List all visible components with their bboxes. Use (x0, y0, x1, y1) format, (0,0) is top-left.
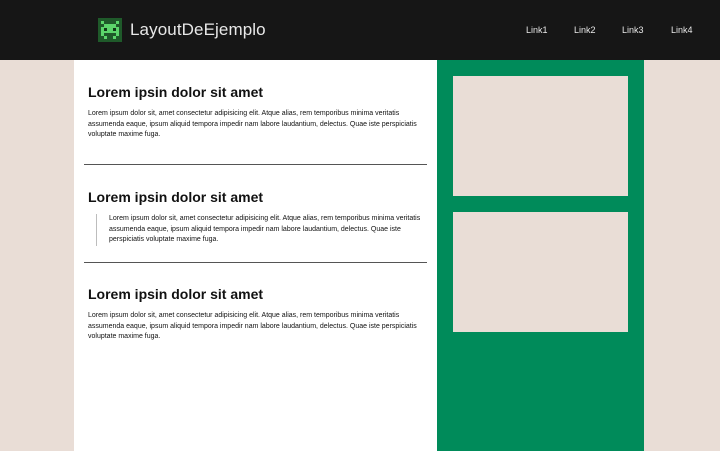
nav-link-2[interactable]: Link2 (574, 24, 596, 36)
nav-link-3[interactable]: Link3 (622, 24, 644, 36)
main-content: Lorem ipsin dolor sit amet Lorem ipsum d… (74, 60, 437, 451)
nav-link-1[interactable]: Link1 (526, 24, 548, 36)
section-divider (84, 164, 427, 165)
pixel-alien-icon (98, 18, 122, 42)
site-header: LayoutDeEjemplo Link1 Link2 Link3 Link4 (0, 0, 720, 60)
sidebar-box-1 (453, 76, 628, 196)
blockquote-text: Lorem ipsum dolor sit, amet consectetur … (96, 214, 426, 246)
sidebar-box-2 (453, 212, 628, 332)
article-section-2: Lorem ipsin dolor sit amet Lorem ipsum d… (88, 189, 426, 246)
brand-logo[interactable]: LayoutDeEjemplo (98, 17, 266, 43)
nav-link-4[interactable]: Link4 (671, 24, 693, 36)
article-section-3: Lorem ipsin dolor sit amet Lorem ipsum d… (88, 286, 426, 343)
section-title: Lorem ipsin dolor sit amet (88, 286, 264, 302)
article-section-1: Lorem ipsin dolor sit amet Lorem ipsum d… (88, 84, 426, 141)
brand-name: LayoutDeEjemplo (130, 20, 266, 39)
sidebar (437, 60, 644, 451)
section-title: Lorem ipsin dolor sit amet (88, 189, 264, 205)
section-text: Lorem ipsum dolor sit, amet consectetur … (88, 110, 417, 138)
section-text: Lorem ipsum dolor sit, amet consectetur … (88, 312, 417, 340)
section-divider (84, 262, 427, 263)
section-title: Lorem ipsin dolor sit amet (88, 84, 264, 100)
